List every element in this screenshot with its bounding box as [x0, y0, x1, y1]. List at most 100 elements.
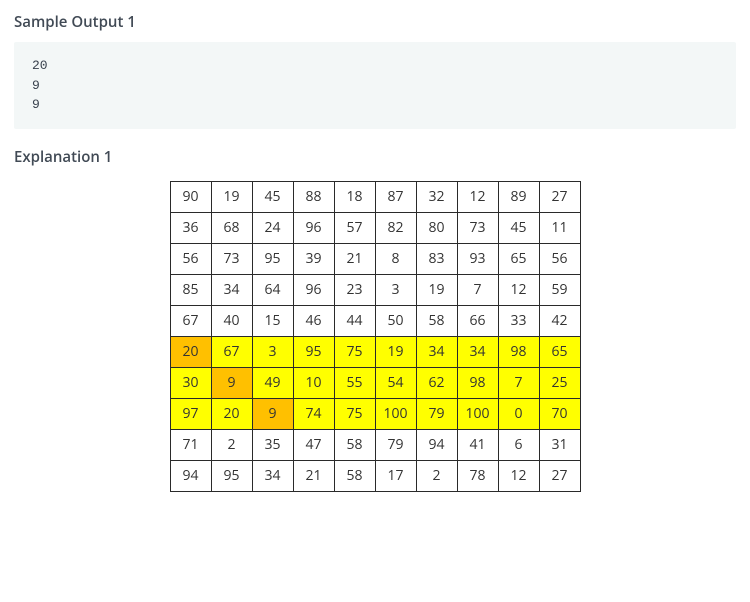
grid-cell: 18: [334, 181, 375, 212]
grid-cell: 2: [416, 460, 457, 491]
grid-cell: 56: [539, 243, 580, 274]
grid-cell: 32: [416, 181, 457, 212]
table-row: 2067395751934349865: [170, 336, 580, 367]
table-row: 853464962331971259: [170, 274, 580, 305]
grid-cell: 79: [416, 398, 457, 429]
grid-cell: 94: [416, 429, 457, 460]
grid-cell: 74: [293, 398, 334, 429]
grid-cell: 34: [457, 336, 498, 367]
grid-cell: 27: [539, 460, 580, 491]
grid-cell: 33: [498, 305, 539, 336]
grid-cell: 19: [416, 274, 457, 305]
grid-cell: 40: [211, 305, 252, 336]
grid-cell: 17: [375, 460, 416, 491]
grid-cell: 21: [293, 460, 334, 491]
grid-cell: 6: [498, 429, 539, 460]
grid-cell: 34: [252, 460, 293, 491]
grid-cell: 88: [293, 181, 334, 212]
grid-cell: 82: [375, 212, 416, 243]
grid-cell: 31: [539, 429, 580, 460]
grid-cell: 55: [334, 367, 375, 398]
grid-cell: 66: [457, 305, 498, 336]
grid-cell: 73: [457, 212, 498, 243]
table-row: 97209747510079100070: [170, 398, 580, 429]
grid-cell: 45: [252, 181, 293, 212]
grid-cell: 36: [170, 212, 211, 243]
grid-cell: 2: [211, 429, 252, 460]
grid-cell: 50: [375, 305, 416, 336]
grid-cell: 49: [252, 367, 293, 398]
grid-cell: 75: [334, 336, 375, 367]
grid-cell: 10: [293, 367, 334, 398]
grid-cell: 7: [498, 367, 539, 398]
grid-cell: 67: [211, 336, 252, 367]
grid-cell: 20: [170, 336, 211, 367]
grid-cell: 95: [252, 243, 293, 274]
grid-cell: 65: [498, 243, 539, 274]
grid-cell: 59: [539, 274, 580, 305]
sample-output-block: 20 9 9: [14, 42, 736, 129]
grid-cell: 30: [170, 367, 211, 398]
grid-cell: 15: [252, 305, 293, 336]
grid-cell: 58: [334, 460, 375, 491]
grid-cell: 96: [293, 274, 334, 305]
grid-cell: 97: [170, 398, 211, 429]
grid-cell: 3: [375, 274, 416, 305]
grid-cell: 24: [252, 212, 293, 243]
table-row: 309491055546298725: [170, 367, 580, 398]
grid-cell: 19: [211, 181, 252, 212]
grid-cell: 44: [334, 305, 375, 336]
grid-cell: 9: [252, 398, 293, 429]
grid-cell: 95: [211, 460, 252, 491]
grid-cell: 34: [211, 274, 252, 305]
grid-cell: 75: [334, 398, 375, 429]
grid-cell: 46: [293, 305, 334, 336]
grid-cell: 12: [457, 181, 498, 212]
grid-cell: 71: [170, 429, 211, 460]
grid-cell: 78: [457, 460, 498, 491]
grid-cell: 47: [293, 429, 334, 460]
grid-cell: 65: [539, 336, 580, 367]
grid-cell: 42: [539, 305, 580, 336]
grid-cell: 56: [170, 243, 211, 274]
table-row: 9495342158172781227: [170, 460, 580, 491]
grid-cell: 95: [293, 336, 334, 367]
grid-cell: 21: [334, 243, 375, 274]
grid-cell: 83: [416, 243, 457, 274]
grid-cell: 7: [457, 274, 498, 305]
page-root: Sample Output 1 20 9 9 Explanation 1 901…: [0, 0, 750, 512]
table-row: 36682496578280734511: [170, 212, 580, 243]
grid-cell: 54: [375, 367, 416, 398]
grid-cell: 100: [375, 398, 416, 429]
grid-cell: 11: [539, 212, 580, 243]
grid-cell: 98: [457, 367, 498, 398]
grid-cell: 100: [457, 398, 498, 429]
grid-cell: 9: [211, 367, 252, 398]
grid-cell: 45: [498, 212, 539, 243]
table-row: 67401546445058663342: [170, 305, 580, 336]
grid-cell: 34: [416, 336, 457, 367]
grid-cell: 8: [375, 243, 416, 274]
explanation-heading: Explanation 1: [14, 147, 736, 167]
table-row: 5673953921883936556: [170, 243, 580, 274]
sample-output-heading: Sample Output 1: [14, 12, 736, 32]
grid-cell: 73: [211, 243, 252, 274]
grid-cell: 19: [375, 336, 416, 367]
grid-cell: 39: [293, 243, 334, 274]
grid-cell: 94: [170, 460, 211, 491]
grid-cell: 41: [457, 429, 498, 460]
grid-cell: 20: [211, 398, 252, 429]
grid-cell: 35: [252, 429, 293, 460]
grid-cell: 64: [252, 274, 293, 305]
grid-container: 9019458818873212892736682496578280734511…: [14, 181, 736, 492]
grid-cell: 70: [539, 398, 580, 429]
grid-cell: 79: [375, 429, 416, 460]
grid-cell: 25: [539, 367, 580, 398]
grid-cell: 85: [170, 274, 211, 305]
grid-cell: 93: [457, 243, 498, 274]
grid-cell: 67: [170, 305, 211, 336]
grid-cell: 89: [498, 181, 539, 212]
grid-cell: 58: [334, 429, 375, 460]
grid-cell: 57: [334, 212, 375, 243]
grid-cell: 12: [498, 274, 539, 305]
